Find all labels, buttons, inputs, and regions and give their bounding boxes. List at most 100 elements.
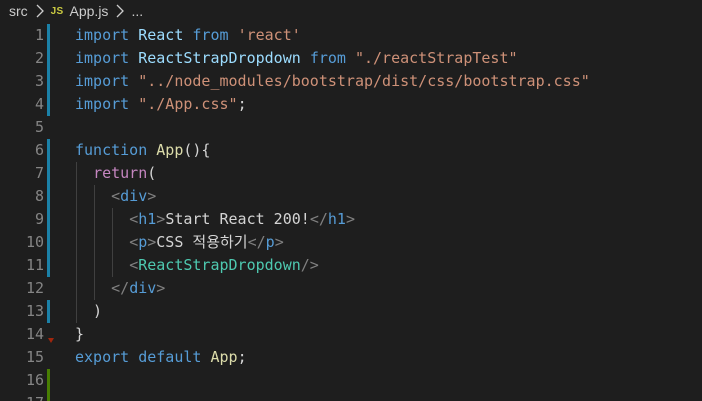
git-modified-indicator[interactable] (47, 300, 50, 323)
git-modified-indicator[interactable] (47, 254, 50, 277)
code-token: < (111, 187, 121, 205)
code-token: React (138, 26, 184, 44)
line-number: 15 (25, 348, 44, 366)
code-line[interactable]: 4 import "./App.css"; (0, 93, 702, 116)
code-token: from (192, 26, 229, 44)
breadcrumb-folder-src[interactable]: src (9, 3, 28, 19)
code-token: import (75, 72, 130, 90)
code-line[interactable]: 15 export default App; (0, 346, 702, 369)
code-line[interactable]: 6 function App(){ (0, 139, 702, 162)
git-modified-indicator[interactable] (47, 139, 50, 162)
code-content: <ReactStrapDropdown/> (75, 254, 319, 277)
code-token: h1 (138, 210, 157, 228)
git-modified-indicator[interactable] (47, 208, 50, 231)
code-token: > (147, 233, 157, 251)
code-line[interactable]: 8 <div> (0, 185, 702, 208)
code-line[interactable]: 11 <ReactStrapDropdown/> (0, 254, 702, 277)
code-token: function (75, 141, 148, 159)
code-token: ) (75, 302, 103, 320)
code-content: </div> (75, 277, 165, 300)
breadcrumb-more[interactable]: ... (131, 3, 143, 19)
git-modified-indicator[interactable] (47, 70, 50, 93)
line-number: 5 (34, 118, 44, 136)
code-token: ( (147, 164, 157, 182)
code-token: CSS 적용하기 (156, 233, 248, 251)
git-modified-indicator[interactable] (47, 185, 50, 208)
code-token: App (156, 141, 184, 159)
code-token: > (156, 210, 166, 228)
code-line[interactable]: 7 return( (0, 162, 702, 185)
git-modified-indicator[interactable] (47, 231, 50, 254)
chevron-right-icon (35, 4, 45, 18)
breadcrumb-file-app-js[interactable]: App.js (70, 3, 109, 19)
code-token: "./reactStrapTest" (354, 49, 518, 67)
line-number: 4 (34, 95, 44, 113)
code-token: div (120, 187, 148, 205)
chevron-right-icon (115, 4, 125, 18)
line-number: 6 (34, 141, 44, 159)
code-content: import ReactStrapDropdown from "./reactS… (75, 47, 518, 70)
code-token: import (75, 49, 130, 67)
code-token: > (147, 187, 157, 205)
git-modified-indicator[interactable] (47, 162, 50, 185)
code-content: function App(){ (75, 139, 210, 162)
editor-text-area[interactable]: 1 import React from 'react' 2 import ReactS… (0, 22, 702, 401)
code-token: < (129, 233, 139, 251)
code-line[interactable]: 13 ) (0, 300, 702, 323)
code-token: "./App.css" (138, 95, 238, 113)
git-modified-indicator[interactable] (47, 93, 50, 116)
code-token: default (138, 348, 202, 366)
code-line[interactable]: 12 </div> (0, 277, 702, 300)
git-added-indicator[interactable] (47, 369, 50, 392)
code-content: <p>CSS 적용하기</p> (75, 231, 284, 254)
code-line[interactable]: 14} (0, 323, 702, 346)
code-editor-window: src JS App.js ... 1 import React from 're… (0, 0, 702, 401)
code-token: </ (111, 279, 130, 297)
code-token: p (265, 233, 275, 251)
code-token: </ (247, 233, 266, 251)
git-modified-indicator[interactable] (47, 24, 50, 47)
code-token: h1 (327, 210, 346, 228)
code-line[interactable]: 17 (0, 392, 702, 401)
code-content: <h1>Start React 200!</h1> (75, 208, 355, 231)
code-line[interactable]: 9 <h1>Start React 200!</h1> (0, 208, 702, 231)
code-content: } (75, 323, 84, 346)
code-line[interactable]: 16 (0, 369, 702, 392)
code-token: import (75, 95, 130, 113)
line-number: 14 (25, 325, 44, 343)
code-token: import (75, 26, 130, 44)
code-line[interactable]: 1 import React from 'react' (0, 24, 702, 47)
line-number: 3 (34, 72, 44, 90)
code-token: export (75, 348, 130, 366)
line-number: 10 (25, 233, 44, 251)
code-token: </ (309, 210, 328, 228)
line-number: 17 (0, 392, 44, 401)
code-content: export default App; (75, 346, 247, 369)
git-modified-indicator[interactable] (47, 47, 50, 70)
code-token: return (93, 164, 148, 182)
code-content: import "./App.css"; (75, 93, 247, 116)
code-token: > (274, 233, 284, 251)
code-line[interactable]: 2 import ReactStrapDropdown from "./react… (0, 47, 702, 70)
line-number: 13 (25, 302, 44, 320)
code-content: <div> (75, 185, 156, 208)
git-deleted-marker (48, 338, 54, 343)
line-number: 7 (34, 164, 44, 182)
code-line[interactable]: 10 <p>CSS 적용하기</p> (0, 231, 702, 254)
code-content: ) (75, 300, 102, 323)
code-token: } (75, 325, 85, 343)
line-number: 11 (25, 256, 44, 274)
git-added-indicator[interactable] (47, 392, 50, 401)
code-line[interactable]: 3 import "../node_modules/bootstrap/dist/… (0, 70, 702, 93)
code-line[interactable]: 5 (0, 116, 702, 139)
code-content: import React from 'react' (75, 24, 301, 47)
